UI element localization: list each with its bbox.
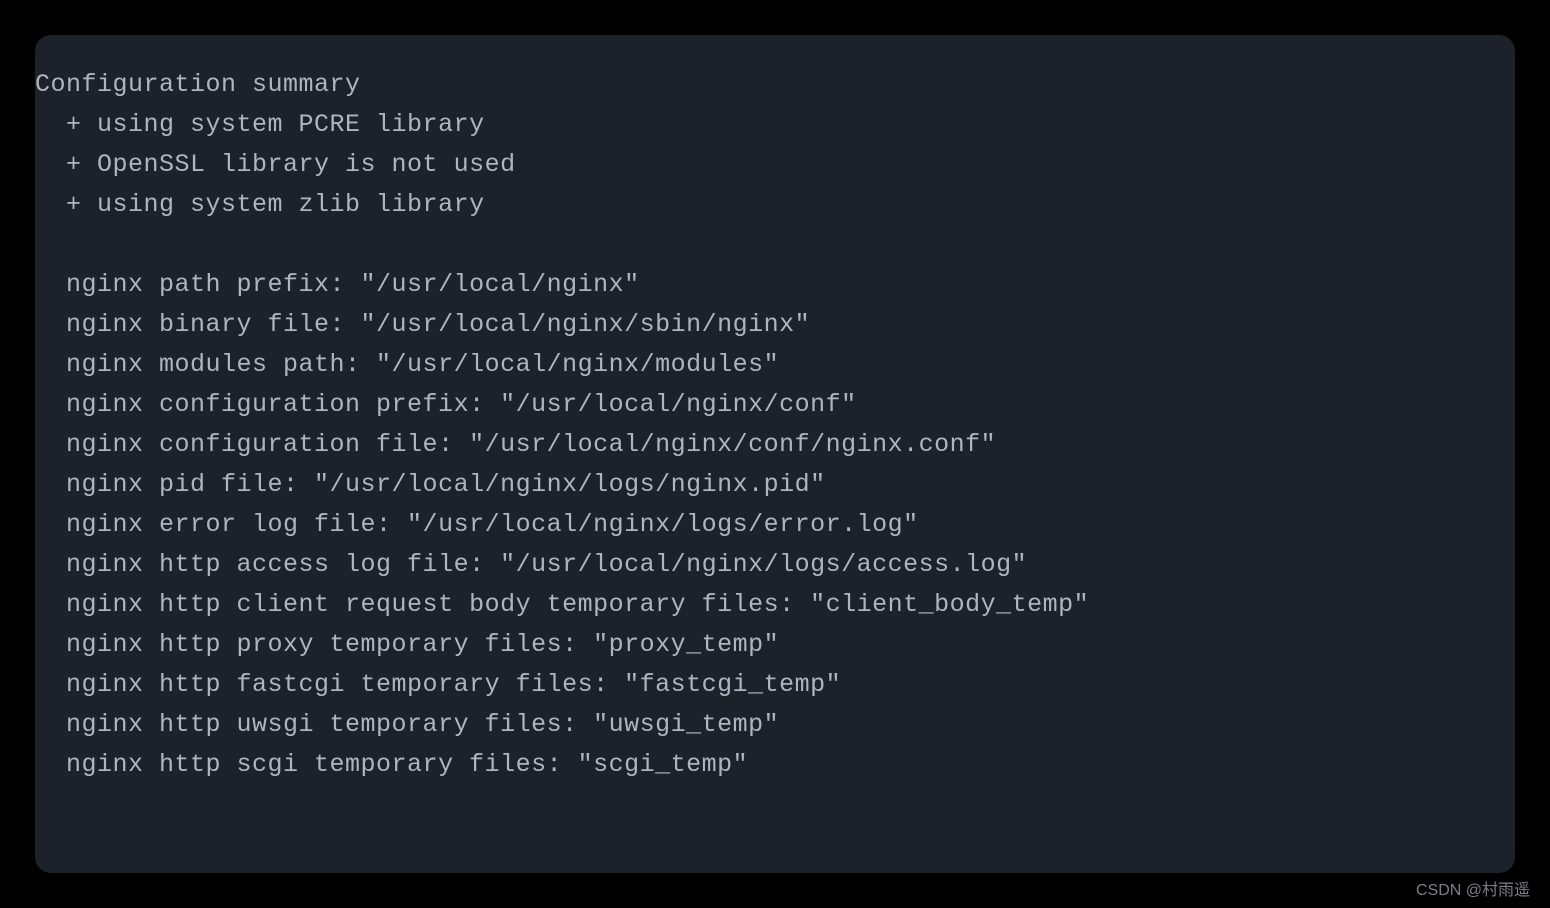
library-line: + using system PCRE library (35, 110, 485, 139)
path-line: nginx pid file: "/usr/local/nginx/logs/n… (35, 470, 826, 499)
path-line: nginx http uwsgi temporary files: "uwsgi… (35, 710, 779, 739)
path-line: nginx http fastcgi temporary files: "fas… (35, 670, 841, 699)
path-line: nginx configuration file: "/usr/local/ng… (35, 430, 996, 459)
path-line: nginx error log file: "/usr/local/nginx/… (35, 510, 919, 539)
terminal-output: Configuration summary + using system PCR… (35, 65, 1515, 785)
path-line: nginx http client request body temporary… (35, 590, 1089, 619)
terminal-window: Configuration summary + using system PCR… (35, 35, 1515, 873)
path-line: nginx binary file: "/usr/local/nginx/sbi… (35, 310, 810, 339)
config-header: Configuration summary (35, 70, 361, 99)
watermark: CSDN @村雨遥 (1416, 876, 1530, 900)
path-line: nginx http scgi temporary files: "scgi_t… (35, 750, 748, 779)
path-line: nginx configuration prefix: "/usr/local/… (35, 390, 857, 419)
library-line: + OpenSSL library is not used (35, 150, 516, 179)
path-line: nginx modules path: "/usr/local/nginx/mo… (35, 350, 779, 379)
path-line: nginx http proxy temporary files: "proxy… (35, 630, 779, 659)
path-line: nginx path prefix: "/usr/local/nginx" (35, 270, 640, 299)
library-line: + using system zlib library (35, 190, 485, 219)
path-line: nginx http access log file: "/usr/local/… (35, 550, 1027, 579)
